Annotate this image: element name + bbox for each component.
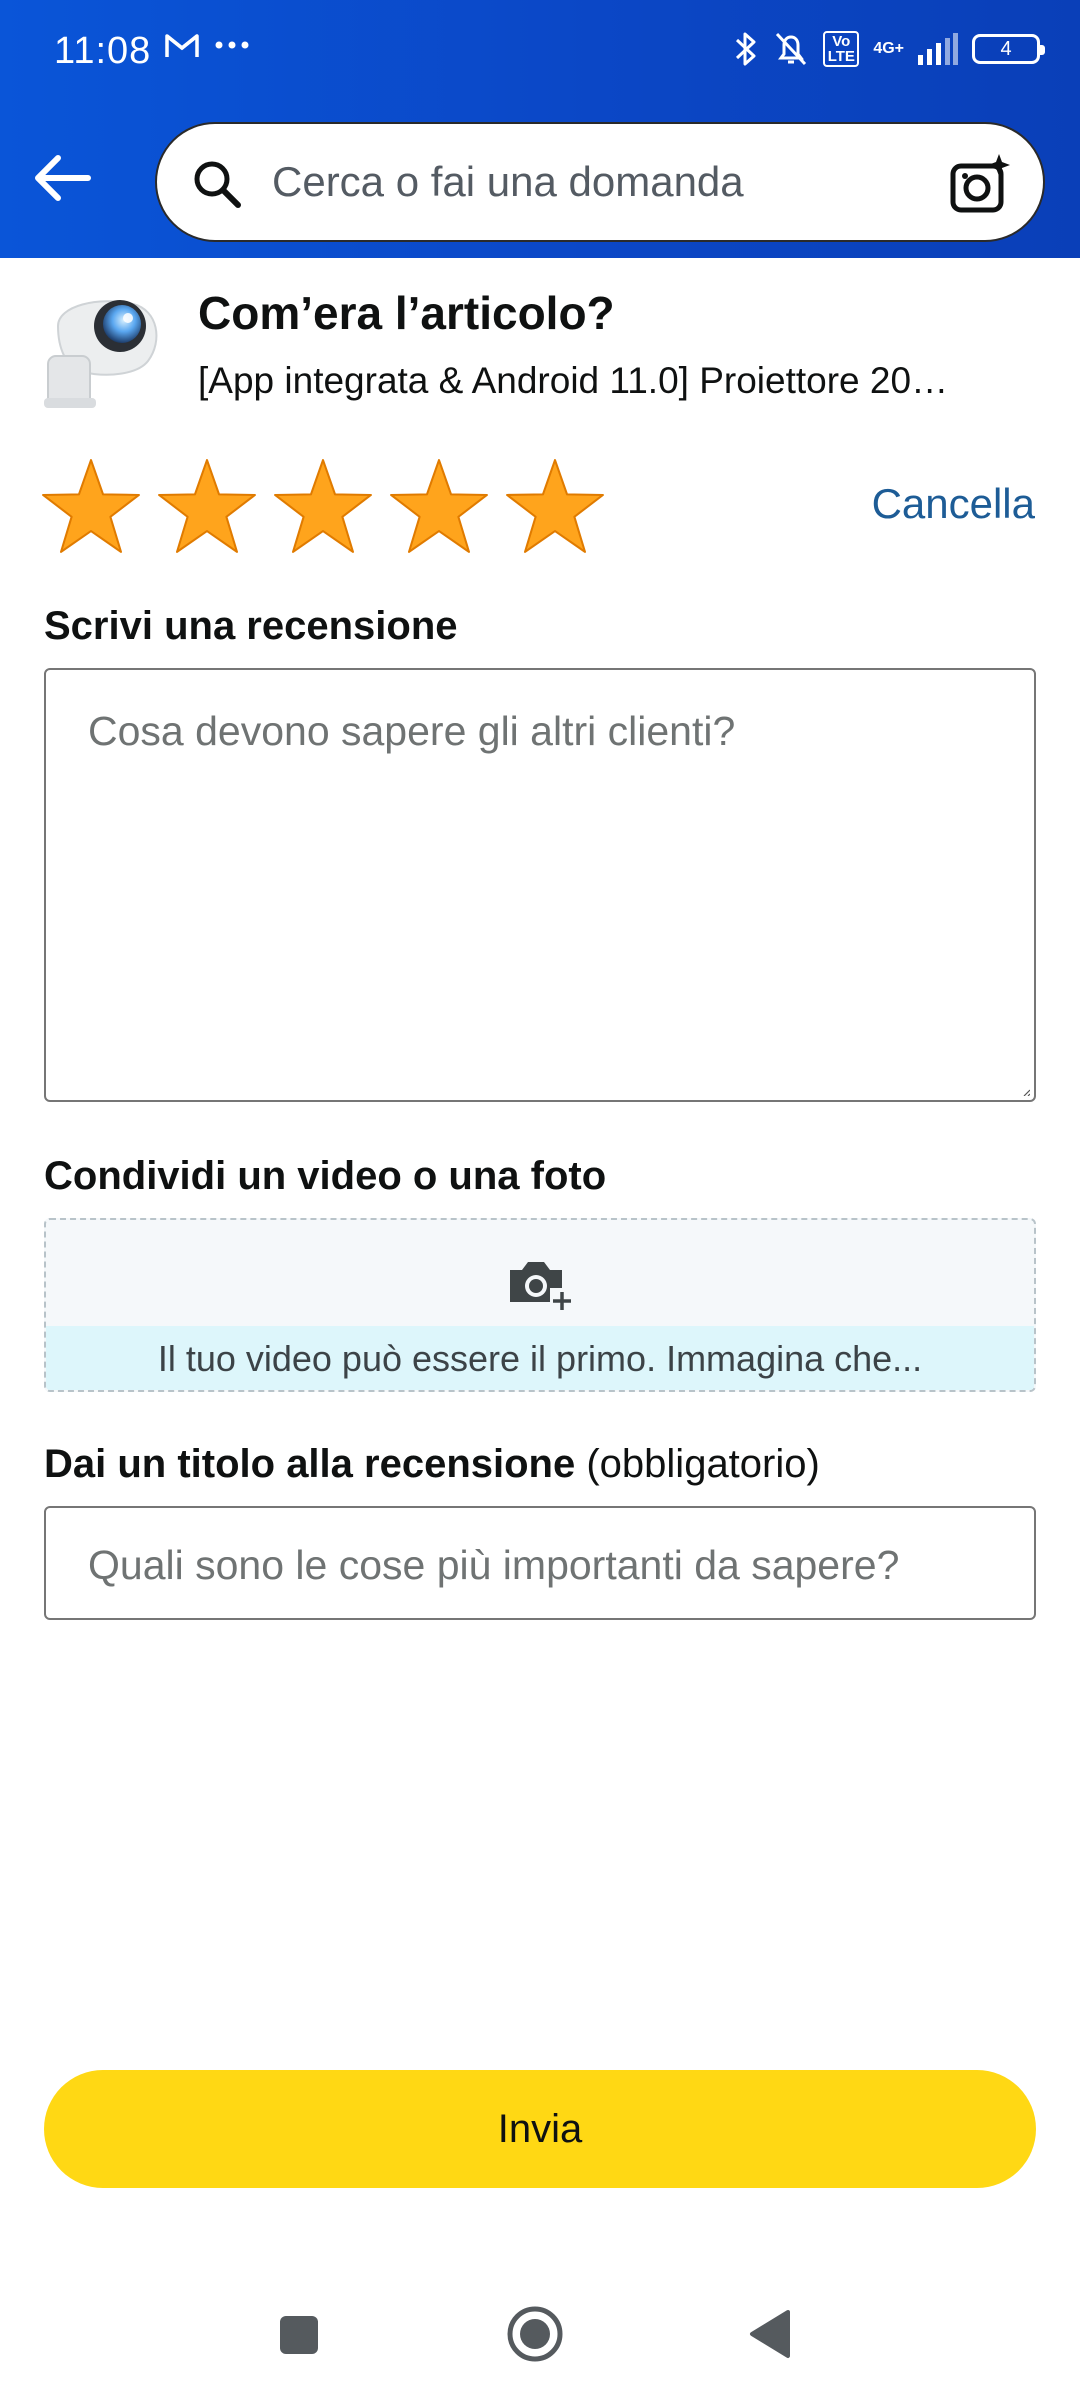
search-bar[interactable]: Cerca o fai una domanda bbox=[155, 122, 1045, 242]
back-arrow-button[interactable] bbox=[30, 148, 94, 208]
back-icon[interactable] bbox=[746, 2308, 792, 2365]
clear-rating-link[interactable]: Cancella bbox=[872, 480, 1035, 528]
camera-search-icon[interactable] bbox=[947, 152, 1011, 221]
more-dots-icon bbox=[214, 40, 250, 50]
review-title-label: Dai un titolo alla recensione (obbligato… bbox=[44, 1442, 820, 1487]
bell-muted-icon bbox=[773, 30, 809, 68]
system-nav-bar bbox=[0, 2290, 1080, 2400]
review-textarea[interactable]: Cosa devono sapere gli altri clienti? bbox=[44, 668, 1036, 1102]
network-type: 4G+ bbox=[873, 40, 904, 57]
star-2-icon[interactable] bbox=[156, 456, 258, 558]
media-label: Condividi un video o una foto bbox=[44, 1154, 607, 1198]
resize-handle-icon[interactable] bbox=[1022, 1088, 1030, 1096]
status-left-icons bbox=[164, 30, 250, 60]
star-1-icon[interactable] bbox=[40, 456, 142, 558]
signal-icon bbox=[918, 33, 958, 65]
home-icon[interactable] bbox=[505, 2304, 565, 2369]
upload-hint: Il tuo video può essere il primo. Immagi… bbox=[46, 1326, 1034, 1390]
bluetooth-icon bbox=[733, 30, 759, 68]
product-name: [App integrata & Android 11.0] Proiettor… bbox=[198, 360, 949, 401]
review-title-input[interactable]: Quali sono le cose più importanti da sap… bbox=[44, 1506, 1036, 1620]
status-time: 11:08 bbox=[54, 30, 152, 72]
review-title-placeholder: Quali sono le cose più importanti da sap… bbox=[88, 1542, 900, 1588]
gmail-icon bbox=[164, 30, 200, 60]
review-placeholder: Cosa devono sapere gli altri clienti? bbox=[88, 708, 736, 754]
submit-button[interactable]: Invia bbox=[44, 2070, 1036, 2188]
review-label: Scrivi una recensione bbox=[44, 604, 458, 648]
app-header: 11:08 Vo LTE 4G+ 4 Cerca o fai una doman… bbox=[0, 0, 1080, 258]
search-icon bbox=[191, 158, 243, 215]
review-title-label-text: Dai un titolo alla recensione bbox=[44, 1442, 576, 1486]
status-bar: 11:08 Vo LTE 4G+ 4 bbox=[0, 0, 1080, 110]
required-note: (obbligatorio) bbox=[586, 1442, 820, 1486]
search-input[interactable]: Cerca o fai una domanda bbox=[272, 158, 744, 206]
status-right-icons: Vo LTE 4G+ 4 bbox=[733, 30, 1045, 68]
star-4-icon[interactable] bbox=[388, 456, 490, 558]
camera-add-icon bbox=[506, 1254, 576, 1317]
star-3-icon[interactable] bbox=[272, 456, 374, 558]
star-5-icon[interactable] bbox=[504, 456, 606, 558]
media-upload-box[interactable]: Il tuo video può essere il primo. Immagi… bbox=[44, 1218, 1036, 1392]
battery-icon: 4 bbox=[972, 34, 1045, 64]
review-prompt-heading: Com’era l’articolo? bbox=[198, 287, 615, 339]
volte-icon: Vo LTE bbox=[823, 31, 860, 67]
star-rating[interactable] bbox=[40, 456, 606, 558]
recents-icon[interactable] bbox=[276, 2312, 322, 2363]
product-image bbox=[38, 286, 178, 410]
